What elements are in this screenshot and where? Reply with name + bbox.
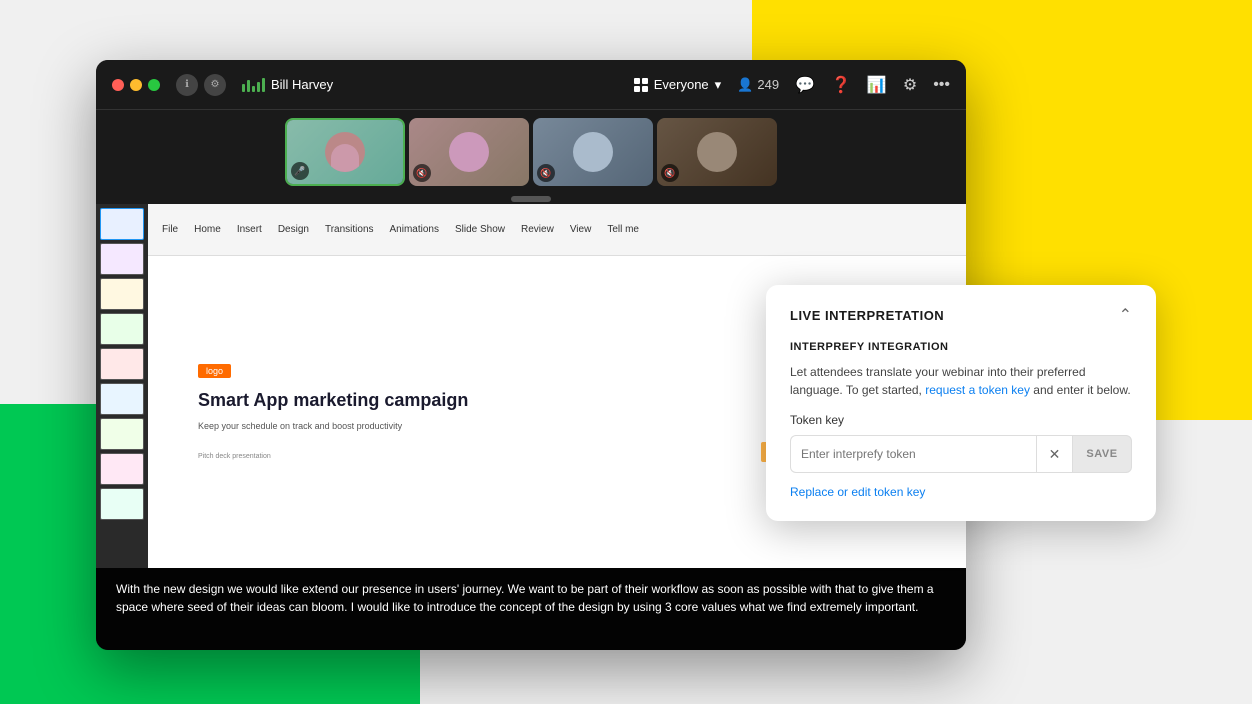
host-name-display: Bill Harvey xyxy=(242,77,333,92)
tellme-menu[interactable]: Tell me xyxy=(601,222,645,237)
slide-text-area: logo Smart App marketing campaign Keep y… xyxy=(198,364,756,459)
info-icon[interactable]: ℹ xyxy=(176,74,198,96)
caption-area: With the new design we would like extend… xyxy=(96,568,966,650)
expand-bar xyxy=(96,194,966,204)
participant-count[interactable]: 👤 249 xyxy=(737,77,779,93)
token-save-button[interactable]: SAVE xyxy=(1072,435,1132,473)
mic-muted-icon-2: 🔇 xyxy=(416,168,427,179)
mic-muted-icon-4: 🔇 xyxy=(664,168,675,179)
collapse-button[interactable]: ⌃ xyxy=(1119,305,1132,325)
participants-row: 🎤 🔇 🔇 🔇 xyxy=(96,110,966,194)
caption-text: With the new design we would like extend… xyxy=(116,582,934,614)
slide-thumb-6[interactable] xyxy=(100,383,144,415)
chat-icon[interactable]: 💬 xyxy=(795,75,815,95)
view-menu[interactable]: View xyxy=(564,222,598,237)
mic-active-icon: 🎤 xyxy=(294,166,305,177)
audio-bars xyxy=(242,78,265,92)
mic-active-overlay: 🎤 xyxy=(291,162,309,180)
desc-after: and enter it below. xyxy=(1030,383,1131,397)
slide-thumb-7[interactable] xyxy=(100,418,144,450)
token-link[interactable]: request a token key xyxy=(925,383,1030,397)
participant-icon: 👤 xyxy=(737,77,753,93)
slide-thumb-4[interactable] xyxy=(100,313,144,345)
traffic-light-fullscreen[interactable] xyxy=(148,79,160,91)
traffic-light-minimize[interactable] xyxy=(130,79,142,91)
host-name-text: Bill Harvey xyxy=(271,77,333,92)
slide-thumb-5[interactable] xyxy=(100,348,144,380)
slide-thumb-2[interactable] xyxy=(100,243,144,275)
audio-bar-4 xyxy=(257,82,260,92)
panel-header: LIVE INTERPRETATION ⌃ xyxy=(790,305,1132,325)
slide-footer: Pitch deck presentation xyxy=(198,453,756,460)
home-menu[interactable]: Home xyxy=(188,222,227,237)
audio-bar-5 xyxy=(262,78,265,92)
slideshow-menu[interactable]: Slide Show xyxy=(449,222,511,237)
design-menu[interactable]: Design xyxy=(272,222,315,237)
mic-muted-overlay-2: 🔇 xyxy=(413,164,431,182)
interpretation-panel: LIVE INTERPRETATION ⌃ INTERPREFY INTEGRA… xyxy=(766,285,1156,521)
participant-thumb-4[interactable]: 🔇 xyxy=(657,118,777,186)
mic-muted-overlay-4: 🔇 xyxy=(661,164,679,182)
mic-muted-overlay-3: 🔇 xyxy=(537,164,555,182)
animations-menu[interactable]: Animations xyxy=(384,222,445,237)
qa-icon[interactable]: ❓ xyxy=(831,75,851,95)
slide-title: Smart App marketing campaign xyxy=(198,390,756,412)
slide-sidebar xyxy=(96,204,148,568)
panel-title: LIVE INTERPRETATION xyxy=(790,308,944,323)
file-menu[interactable]: File xyxy=(156,222,184,237)
traffic-light-close[interactable] xyxy=(112,79,124,91)
slide-toolbar: File Home Insert Design Transitions Anim… xyxy=(148,204,966,256)
slide-logo-badge: logo xyxy=(198,364,231,378)
token-input-row: ✕ SAVE xyxy=(790,435,1132,473)
participant-thumb-2[interactable]: 🔇 xyxy=(409,118,529,186)
everyone-dropdown[interactable]: Everyone ▾ xyxy=(634,77,721,93)
chevron-down-icon: ▾ xyxy=(715,77,722,93)
participant-thumb-1[interactable]: 🎤 xyxy=(285,118,405,186)
section-desc: Let attendees translate your webinar int… xyxy=(790,363,1132,399)
token-label: Token key xyxy=(790,413,1132,427)
replace-link[interactable]: Replace or edit token key xyxy=(790,485,925,499)
token-input[interactable] xyxy=(790,435,1036,473)
token-clear-button[interactable]: ✕ xyxy=(1036,435,1072,473)
more-icon[interactable]: ••• xyxy=(933,76,950,94)
slide-thumb-3[interactable] xyxy=(100,278,144,310)
slide-thumb-8[interactable] xyxy=(100,453,144,485)
traffic-lights xyxy=(112,79,160,91)
slide-thumb-1[interactable] xyxy=(100,208,144,240)
title-bar: ℹ ⚙ Bill Harvey Everyone ▾ xyxy=(96,60,966,110)
audio-bar-3 xyxy=(252,86,255,92)
review-menu[interactable]: Review xyxy=(515,222,560,237)
title-bar-right: Everyone ▾ 👤 249 💬 ❓ 📊 ⚙ ••• xyxy=(634,75,950,95)
participant-thumb-3[interactable]: 🔇 xyxy=(533,118,653,186)
settings-small-icon[interactable]: ⚙ xyxy=(204,74,226,96)
mic-muted-icon-3: 🔇 xyxy=(540,168,551,179)
slide-thumb-9[interactable] xyxy=(100,488,144,520)
polls-icon[interactable]: 📊 xyxy=(867,75,887,95)
settings-icon[interactable]: ⚙ xyxy=(903,75,917,95)
expand-button[interactable] xyxy=(511,196,551,202)
transitions-menu[interactable]: Transitions xyxy=(319,222,380,237)
audio-bar-1 xyxy=(242,84,245,92)
section-title: INTERPREFY INTEGRATION xyxy=(790,341,1132,353)
slide-subtitle: Keep your schedule on track and boost pr… xyxy=(198,420,756,433)
insert-menu[interactable]: Insert xyxy=(231,222,268,237)
audio-bar-2 xyxy=(247,80,250,92)
